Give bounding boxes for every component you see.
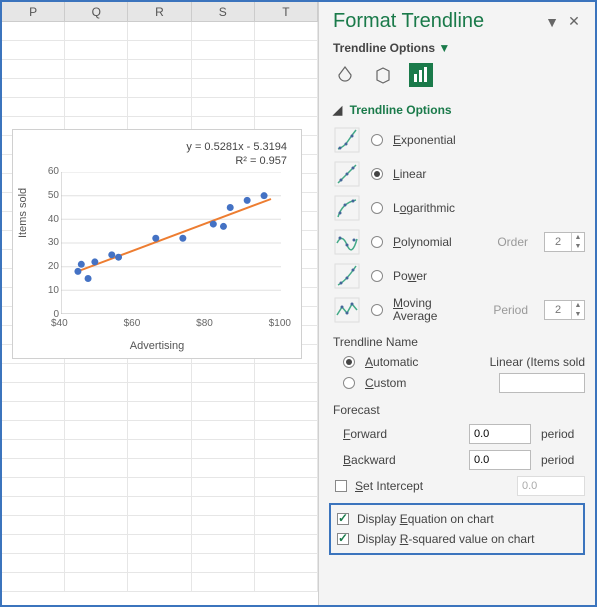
trendline-equation-label[interactable]: y = 0.5281x - 5.3194 R² = 0.957 bbox=[186, 140, 287, 169]
period-spinner[interactable]: ▲▼ bbox=[544, 300, 585, 320]
trendline[interactable] bbox=[76, 199, 271, 272]
trendline-name-heading: Trendline Name bbox=[333, 327, 585, 353]
radio-power[interactable] bbox=[371, 270, 383, 282]
polynomial-icon bbox=[333, 228, 361, 256]
radio-name-custom[interactable] bbox=[343, 377, 355, 389]
col-header[interactable]: Q bbox=[65, 2, 128, 21]
exponential-icon bbox=[333, 126, 361, 154]
r2-text: R² = 0.957 bbox=[186, 154, 287, 168]
close-icon[interactable]: ✕ bbox=[563, 13, 585, 30]
backward-input[interactable] bbox=[469, 450, 531, 470]
section-heading[interactable]: Trendline Options bbox=[350, 103, 452, 117]
set-intercept-input[interactable] bbox=[517, 476, 585, 496]
radio-exponential[interactable] bbox=[371, 134, 383, 146]
automatic-name-value: Linear (Items sold bbox=[490, 355, 585, 369]
forecast-heading: Forecast bbox=[333, 395, 585, 421]
equation-text: y = 0.5281x - 5.3194 bbox=[186, 140, 287, 154]
checkbox-display-r-squared[interactable] bbox=[337, 533, 349, 545]
forward-unit: period bbox=[541, 427, 585, 441]
y-axis-label[interactable]: Items sold bbox=[17, 188, 29, 238]
pane-dropdown-icon[interactable]: ▼ bbox=[541, 14, 563, 30]
power-icon bbox=[333, 262, 361, 290]
forward-input[interactable] bbox=[469, 424, 531, 444]
order-input[interactable] bbox=[545, 235, 571, 249]
col-header[interactable]: T bbox=[255, 2, 318, 21]
radio-polynomial[interactable] bbox=[371, 236, 383, 248]
x-axis-ticks: $40$60$80$100 bbox=[51, 318, 291, 332]
radio-linear[interactable] bbox=[371, 168, 383, 180]
spin-up-icon[interactable]: ▲ bbox=[572, 301, 584, 310]
options-dropdown-icon[interactable]: ▼ bbox=[438, 41, 450, 55]
tab-effects[interactable] bbox=[371, 63, 395, 87]
col-header[interactable]: S bbox=[192, 2, 255, 21]
format-trendline-pane: Format Trendline ▼ ✕ Trendline Options ▼… bbox=[318, 2, 595, 605]
x-axis-label[interactable]: Advertising bbox=[13, 340, 301, 352]
options-dropdown-label[interactable]: Trendline Options bbox=[333, 41, 435, 55]
radio-moving-average[interactable] bbox=[371, 304, 383, 316]
pane-title: Format Trendline bbox=[333, 10, 541, 33]
linear-icon bbox=[333, 160, 361, 188]
radio-name-automatic[interactable] bbox=[343, 356, 355, 368]
tab-trendline-options[interactable] bbox=[409, 63, 433, 87]
period-input[interactable] bbox=[545, 303, 571, 317]
order-label: Order bbox=[497, 235, 528, 249]
col-header[interactable]: P bbox=[2, 2, 65, 21]
spin-down-icon[interactable]: ▼ bbox=[572, 310, 584, 319]
moving-average-icon bbox=[333, 296, 361, 324]
period-label: Period bbox=[493, 303, 528, 317]
section-caret-icon[interactable]: ◢ bbox=[333, 103, 342, 117]
spin-down-icon[interactable]: ▼ bbox=[572, 242, 584, 251]
checkbox-display-equation[interactable] bbox=[337, 513, 349, 525]
plot-area[interactable]: 0102030405060 $40$60$80$100 bbox=[61, 172, 281, 314]
logarithmic-icon bbox=[333, 194, 361, 222]
custom-name-input[interactable] bbox=[499, 373, 585, 393]
y-axis-ticks: 0102030405060 bbox=[39, 166, 59, 320]
display-options-highlight: Display Equation on chart Display R-squa… bbox=[329, 503, 585, 555]
checkbox-set-intercept[interactable] bbox=[335, 480, 347, 492]
tab-fill-line[interactable] bbox=[333, 63, 357, 87]
embedded-chart[interactable]: y = 0.5281x - 5.3194 R² = 0.957 Items so… bbox=[12, 129, 302, 359]
column-headers: P Q R S T bbox=[2, 2, 318, 22]
col-header[interactable]: R bbox=[128, 2, 191, 21]
order-spinner[interactable]: ▲▼ bbox=[544, 232, 585, 252]
radio-logarithmic[interactable] bbox=[371, 202, 383, 214]
spin-up-icon[interactable]: ▲ bbox=[572, 233, 584, 242]
backward-unit: period bbox=[541, 453, 585, 467]
